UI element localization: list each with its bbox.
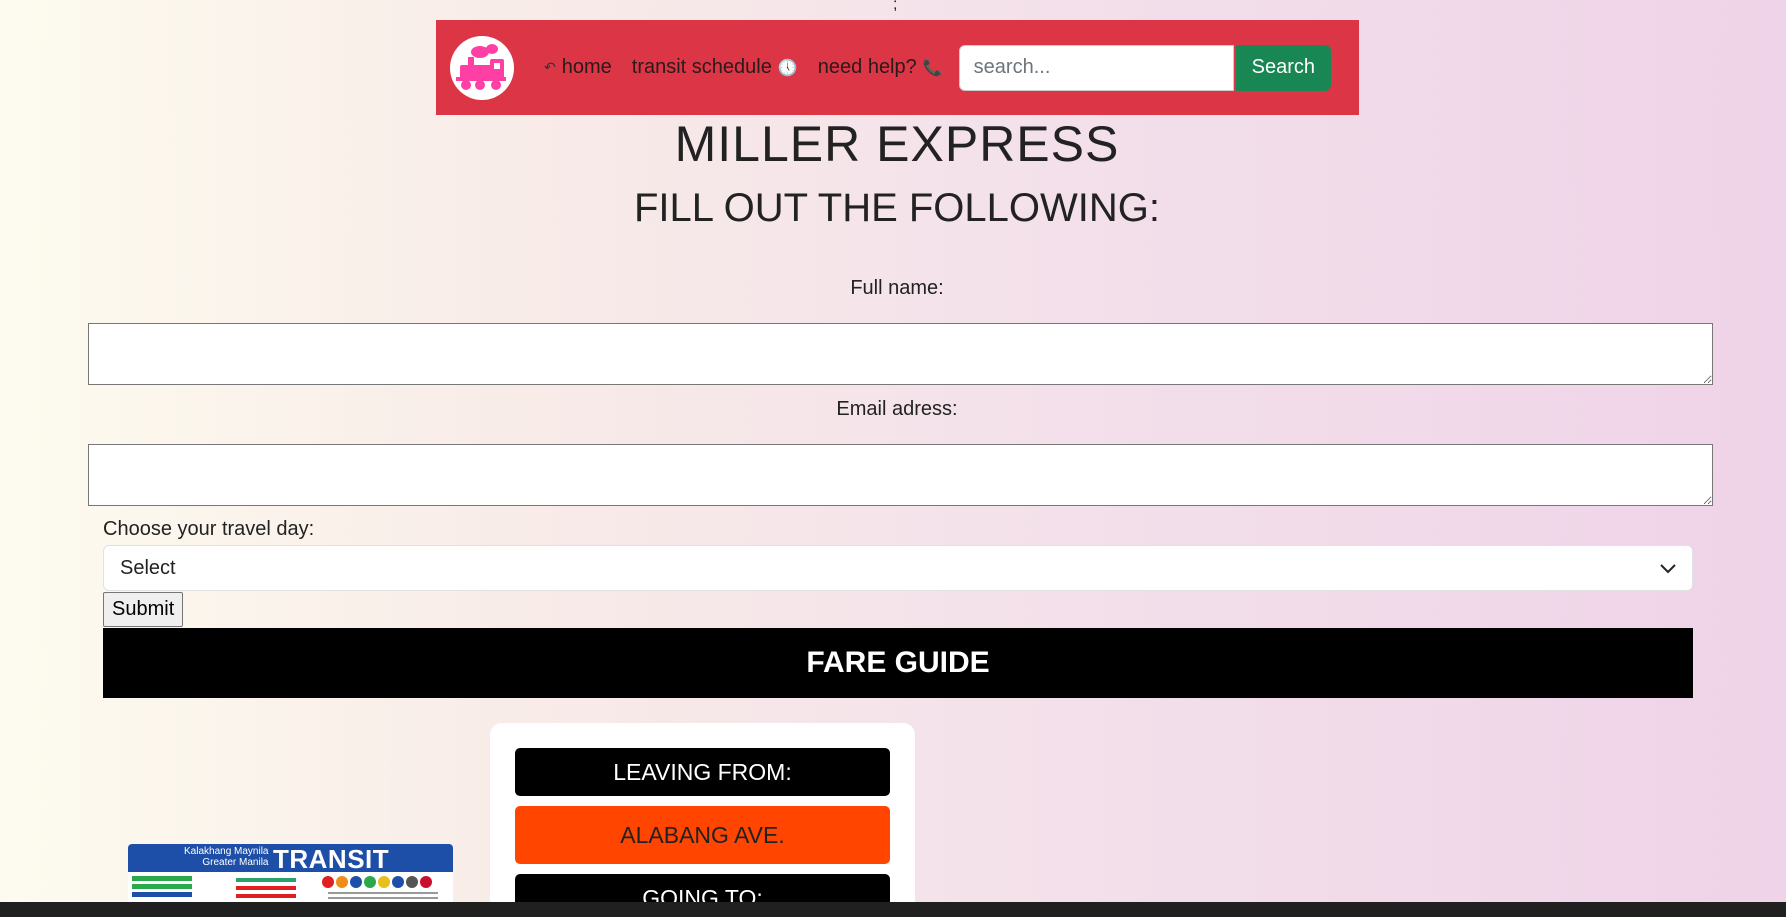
travel-day-label: Choose your travel day: xyxy=(103,518,315,540)
form-subtitle: FILL OUT THE FOLLOWING: xyxy=(633,186,1160,230)
nav-help-label: need help? xyxy=(817,56,917,78)
phone-icon: 📞 xyxy=(922,59,943,77)
os-taskbar xyxy=(0,902,1786,917)
page-title: MILLER EXPRESS xyxy=(674,116,1120,172)
nav-help-link[interactable]: need help? 📞 xyxy=(818,56,943,79)
train-logo-icon[interactable] xyxy=(450,35,514,100)
navbar: ↶ home transit schedule 🕔 need help? 📞 S… xyxy=(436,20,1359,115)
transit-map-image[interactable]: Kalakhang Maynila Greater Manila TRANSIT… xyxy=(128,844,453,904)
clock-icon: 🕔 xyxy=(777,59,798,77)
search-input[interactable] xyxy=(958,44,1234,91)
travel-day-select[interactable]: Select xyxy=(103,545,1693,591)
transit-map-legend xyxy=(128,872,453,904)
search-button[interactable]: Search xyxy=(1235,44,1332,91)
transit-map-subtitle-line1: Kalakhang Maynila xyxy=(184,846,269,857)
home-icon: ↶ xyxy=(544,59,556,75)
email-field[interactable] xyxy=(88,444,1713,506)
search-form: Search xyxy=(958,44,1332,91)
nav-home-label: home xyxy=(561,56,612,78)
travel-day-selected-value: Select xyxy=(120,556,176,579)
leaving-from-label: LEAVING FROM: xyxy=(515,748,890,796)
submit-button[interactable]: Submit xyxy=(103,592,184,627)
chevron-down-icon xyxy=(1660,558,1676,579)
nav-schedule-label: transit schedule xyxy=(631,56,772,78)
full-name-label: Full name: xyxy=(850,277,944,299)
fare-guide-heading: FARE GUIDE xyxy=(103,628,1693,698)
transit-map-banner: Kalakhang Maynila Greater Manila TRANSIT… xyxy=(128,844,453,904)
fare-card: LEAVING FROM: ALABANG AVE. GOING TO: xyxy=(490,723,915,917)
leaving-from-value[interactable]: ALABANG AVE. xyxy=(515,806,890,864)
email-label: Email adress: xyxy=(836,398,958,420)
stray-semicolon: ; xyxy=(893,0,898,13)
full-name-field[interactable] xyxy=(88,323,1713,385)
transit-map-subtitle: Kalakhang Maynila Greater Manila xyxy=(184,846,269,868)
nav-schedule-link[interactable]: transit schedule 🕔 xyxy=(632,56,798,79)
nav-home-link[interactable]: ↶ home xyxy=(544,56,612,79)
transit-map-subtitle-line2: Greater Manila xyxy=(202,857,269,868)
